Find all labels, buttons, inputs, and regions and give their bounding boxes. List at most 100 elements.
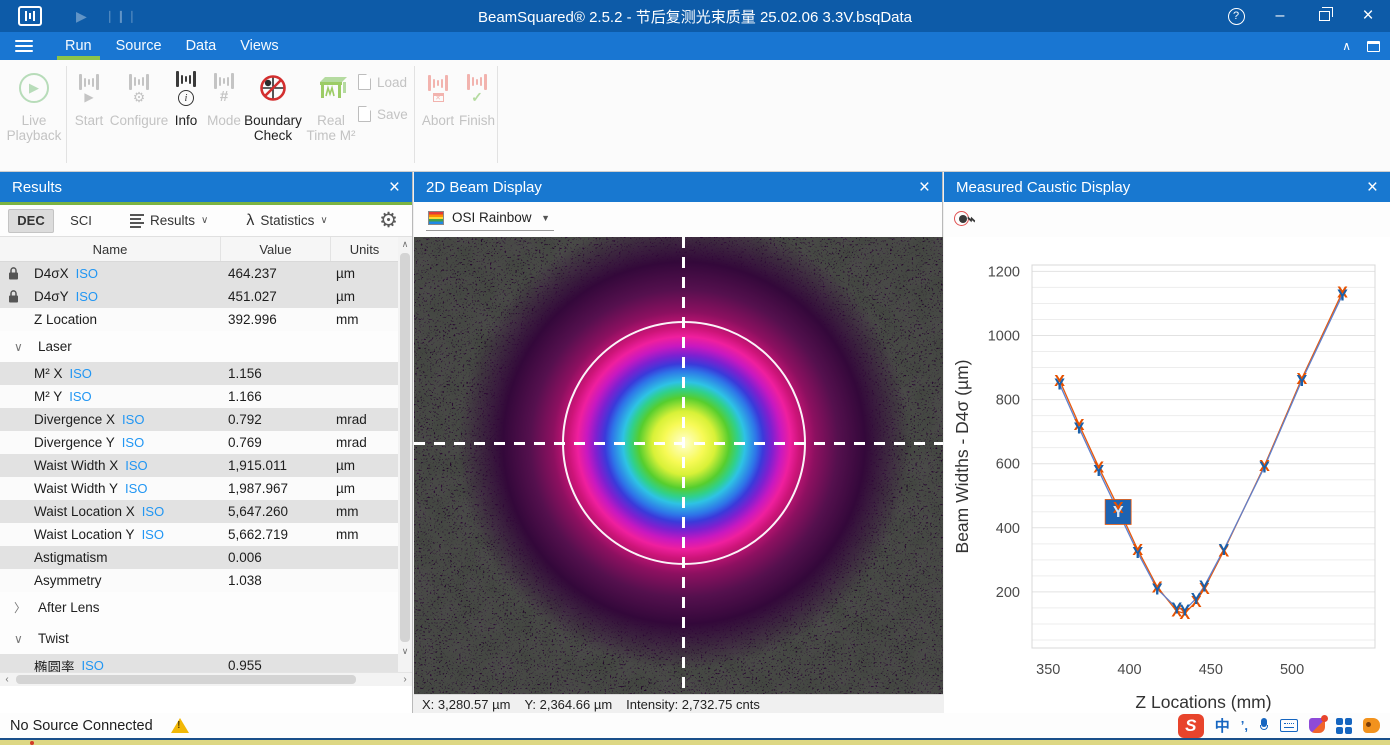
- chevron-down-icon[interactable]: ∨: [14, 340, 38, 354]
- iso-badge: ISO: [125, 481, 147, 496]
- collapse-ribbon-icon[interactable]: ∧: [1342, 39, 1351, 53]
- table-row[interactable]: Z Location392.996mm: [0, 308, 398, 331]
- skin-icon[interactable]: [1309, 718, 1325, 733]
- mode-button[interactable]: # Mode: [204, 68, 244, 128]
- input-language-icon[interactable]: 中: [1215, 715, 1230, 736]
- results-settings-gear-icon[interactable]: ⚙: [379, 208, 398, 233]
- real-time-m2-button[interactable]: Real Time M²: [304, 68, 358, 143]
- table-row[interactable]: Divergence YISO0.769mrad: [0, 431, 398, 454]
- help-button[interactable]: ?: [1214, 0, 1258, 32]
- scroll-down-icon[interactable]: ∨: [398, 644, 412, 658]
- live-playback-button[interactable]: ▶ Live Playback: [4, 68, 64, 143]
- result-units: [330, 362, 398, 385]
- abort-button[interactable]: ✕ Abort: [418, 68, 458, 128]
- table-row[interactable]: D4σYISO451.027µm: [0, 285, 398, 308]
- table-row[interactable]: Asymmetry1.038: [0, 569, 398, 592]
- emoji-icon[interactable]: [1363, 718, 1380, 733]
- table-row[interactable]: M² YISO1.166: [0, 385, 398, 408]
- table-row[interactable]: Waist Location YISO5,662.719mm: [0, 523, 398, 546]
- statistics-dropdown[interactable]: λ Statistics ∨: [236, 208, 337, 234]
- load-button[interactable]: Load: [358, 74, 407, 90]
- scroll-up-icon[interactable]: ∧: [398, 237, 412, 251]
- caustic-chart[interactable]: 20040060080010001200350400450500Beam Wid…: [944, 237, 1390, 713]
- marker-y[interactable]: Y: [1132, 545, 1143, 562]
- microphone-icon[interactable]: [1259, 718, 1269, 734]
- palette-dropdown[interactable]: OSI Rainbow ▼: [426, 208, 554, 231]
- group-row[interactable]: 〉After Lens: [0, 592, 398, 623]
- result-value: 392.996: [220, 308, 330, 331]
- marker-y[interactable]: Y: [1152, 582, 1163, 599]
- panel-layout-icon[interactable]: [1367, 41, 1380, 52]
- beam-image[interactable]: [414, 237, 943, 694]
- results-table-header: Name Value Units: [0, 237, 398, 262]
- boundary-check-label: Boundary Check: [242, 113, 304, 143]
- configure-button[interactable]: ⚙ Configure: [108, 68, 170, 128]
- marker-y[interactable]: Y: [1218, 542, 1229, 559]
- marker-y[interactable]: Y: [1199, 579, 1210, 596]
- save-button[interactable]: Save: [358, 106, 408, 122]
- column-header-value[interactable]: Value: [220, 237, 330, 261]
- beam-close-icon[interactable]: ×: [919, 178, 930, 197]
- scroll-right-icon[interactable]: ›: [398, 673, 412, 687]
- keyboard-icon[interactable]: [1280, 719, 1298, 732]
- menu-source[interactable]: Source: [104, 32, 174, 60]
- menu-data[interactable]: Data: [174, 32, 229, 60]
- menu-views[interactable]: Views: [228, 32, 290, 60]
- sci-toggle[interactable]: SCI: [58, 209, 104, 233]
- horizontal-scroll-thumb[interactable]: [16, 675, 356, 684]
- group-row[interactable]: ∨Laser: [0, 331, 398, 362]
- results-dropdown[interactable]: Results ∨: [120, 208, 218, 234]
- results-close-icon[interactable]: ×: [389, 178, 400, 197]
- results-vertical-scrollbar[interactable]: ∧ ∨: [398, 237, 412, 672]
- vertical-scroll-thumb[interactable]: [400, 253, 410, 642]
- marker-y[interactable]: Y: [1054, 377, 1065, 394]
- table-row[interactable]: 椭圆率ISO0.955: [0, 654, 398, 672]
- chevron-right-icon[interactable]: 〉: [14, 599, 38, 616]
- marker-y[interactable]: Y: [1259, 459, 1270, 476]
- caustic-close-icon[interactable]: ×: [1367, 178, 1378, 197]
- result-units: [330, 385, 398, 408]
- dec-toggle[interactable]: DEC: [8, 209, 54, 233]
- group-row[interactable]: ∨Twist: [0, 623, 398, 654]
- marker-y[interactable]: Y: [1337, 287, 1348, 304]
- hamburger-menu-icon[interactable]: [15, 40, 33, 52]
- iso-badge: ISO: [122, 412, 144, 427]
- column-header-name[interactable]: Name: [0, 242, 220, 257]
- close-button[interactable]: ×: [1346, 0, 1390, 32]
- results-horizontal-scrollbar[interactable]: ‹ ›: [0, 672, 412, 686]
- table-row[interactable]: M² XISO1.156: [0, 362, 398, 385]
- track-point-icon[interactable]: ⌁: [954, 209, 976, 231]
- boundary-check-button[interactable]: Boundary Check: [242, 68, 304, 143]
- table-row[interactable]: Divergence XISO0.792mrad: [0, 408, 398, 431]
- marker-y[interactable]: Y: [1179, 603, 1190, 620]
- lambda-icon: λ: [246, 212, 254, 230]
- column-header-units[interactable]: Units: [330, 237, 398, 261]
- table-row[interactable]: Waist Location XISO5,647.260mm: [0, 500, 398, 523]
- start-button[interactable]: ▶ Start: [68, 68, 110, 128]
- info-button[interactable]: i Info: [168, 68, 204, 128]
- menu-run[interactable]: Run: [53, 32, 104, 60]
- minimize-button[interactable]: –: [1258, 0, 1302, 32]
- mode-label: Mode: [207, 113, 241, 128]
- sogou-logo-icon[interactable]: S: [1178, 714, 1204, 738]
- iso-badge: ISO: [70, 366, 92, 381]
- iso-badge: ISO: [125, 458, 147, 473]
- marker-y[interactable]: Y: [1074, 421, 1085, 438]
- boundary-check-icon: [257, 72, 289, 104]
- scroll-left-icon[interactable]: ‹: [0, 673, 14, 687]
- marker-y[interactable]: Y: [1113, 504, 1124, 521]
- iso-badge: ISO: [142, 527, 164, 542]
- restore-button[interactable]: [1302, 0, 1346, 32]
- crosshair-horizontal: [414, 442, 943, 445]
- table-row[interactable]: Waist Width YISO1,987.967µm: [0, 477, 398, 500]
- punctuation-icon[interactable]: ’,: [1241, 718, 1248, 733]
- table-row[interactable]: Astigmatism0.006: [0, 546, 398, 569]
- chevron-down-icon[interactable]: ∨: [14, 632, 38, 646]
- marker-y[interactable]: Y: [1093, 463, 1104, 480]
- marker-y[interactable]: Y: [1297, 373, 1308, 390]
- result-units: [330, 569, 398, 592]
- toolbox-icon[interactable]: [1336, 718, 1352, 734]
- finish-button[interactable]: ✓ Finish: [456, 68, 498, 128]
- table-row[interactable]: Waist Width XISO1,915.011µm: [0, 454, 398, 477]
- table-row[interactable]: D4σXISO464.237µm: [0, 262, 398, 285]
